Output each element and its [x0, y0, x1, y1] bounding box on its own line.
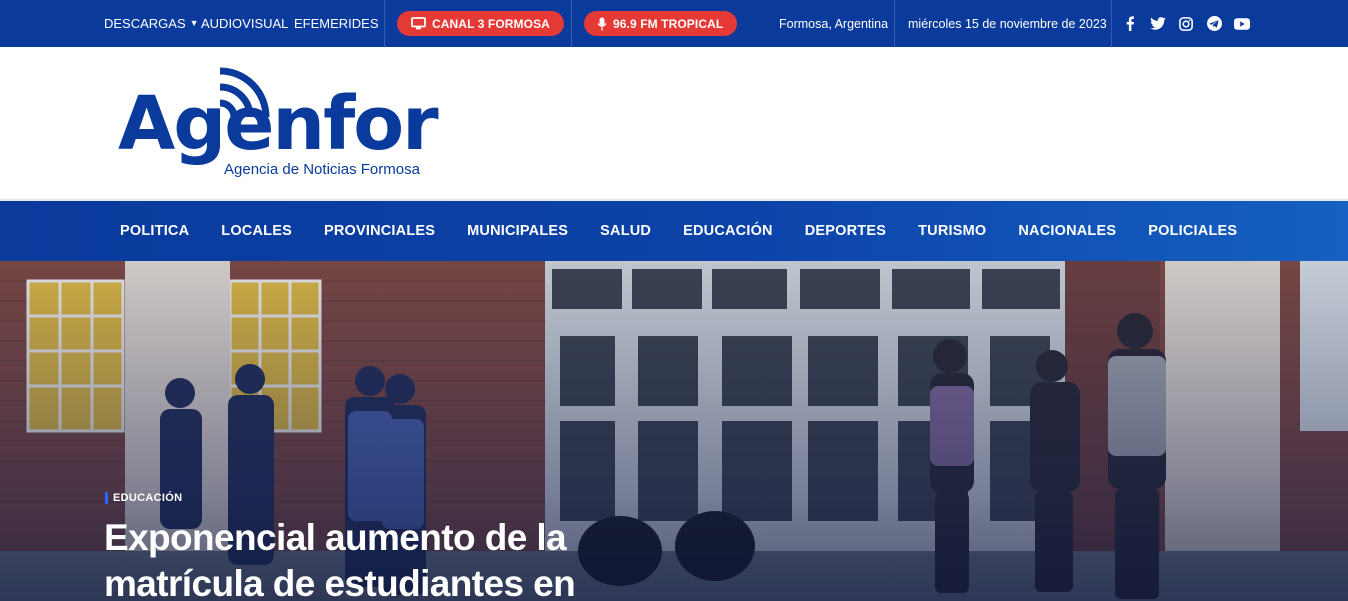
descargas-menu[interactable]: DESCARGAS ▼: [104, 0, 199, 47]
article-headline[interactable]: Exponencial aumento de la matrícula de e…: [104, 515, 624, 601]
featured-article[interactable]: EDUCACIÓN Exponencial aumento de la matr…: [0, 261, 1348, 601]
site-logo[interactable]: Agenfor Agencia de Noticias Formosa: [118, 65, 439, 185]
nav-item-educacion[interactable]: EDUCACIÓN: [667, 223, 789, 239]
divider: [384, 0, 385, 47]
facebook-icon[interactable]: [1122, 16, 1138, 32]
divider: [571, 0, 572, 47]
top-bar: DESCARGAS ▼ AUDIOVISUAL EFEMERIDES CANAL …: [0, 0, 1348, 47]
divider: [1111, 0, 1112, 47]
nav-item-politica[interactable]: POLITICA: [104, 223, 205, 239]
telegram-icon[interactable]: [1206, 16, 1222, 32]
logo-wordmark: Agenfor: [118, 81, 439, 167]
nav-item-provinciales[interactable]: PROVINCIALES: [308, 223, 451, 239]
nav-item-nacionales[interactable]: NACIONALES: [1002, 223, 1132, 239]
nav-item-locales[interactable]: LOCALES: [205, 223, 308, 239]
tv-icon: [411, 17, 426, 30]
location-text: Formosa, Argentina: [779, 16, 889, 31]
site-header: Agenfor Agencia de Noticias Formosa: [0, 47, 1348, 201]
nav-item-policiales[interactable]: POLICIALES: [1132, 223, 1253, 239]
main-nav: POLITICA LOCALES PROVINCIALES MUNICIPALE…: [0, 201, 1348, 261]
social-links: [1122, 0, 1250, 47]
divider: [894, 0, 895, 47]
twitter-icon[interactable]: [1150, 16, 1166, 32]
nav-item-deportes[interactable]: DEPORTES: [789, 223, 902, 239]
nav-item-municipales[interactable]: MUNICIPALES: [451, 223, 584, 239]
date-text: miércoles 15 de noviembre de 2023: [908, 16, 1107, 31]
logo-tagline: Agencia de Noticias Formosa: [224, 161, 420, 178]
nav-item-turismo[interactable]: TURISMO: [902, 223, 1002, 239]
category-badge[interactable]: EDUCACIÓN: [105, 492, 182, 504]
youtube-icon[interactable]: [1234, 16, 1250, 32]
efemerides-link[interactable]: EFEMERIDES: [294, 0, 379, 47]
audiovisual-link[interactable]: AUDIOVISUAL: [201, 0, 288, 47]
nav-item-salud[interactable]: SALUD: [584, 223, 667, 239]
canal-3-button[interactable]: CANAL 3 FORMOSA: [397, 0, 564, 47]
radio-button[interactable]: 96.9 FM TROPICAL: [584, 0, 738, 47]
microphone-icon: [597, 17, 607, 30]
instagram-icon[interactable]: [1178, 16, 1194, 32]
chevron-down-icon: ▼: [189, 17, 199, 28]
